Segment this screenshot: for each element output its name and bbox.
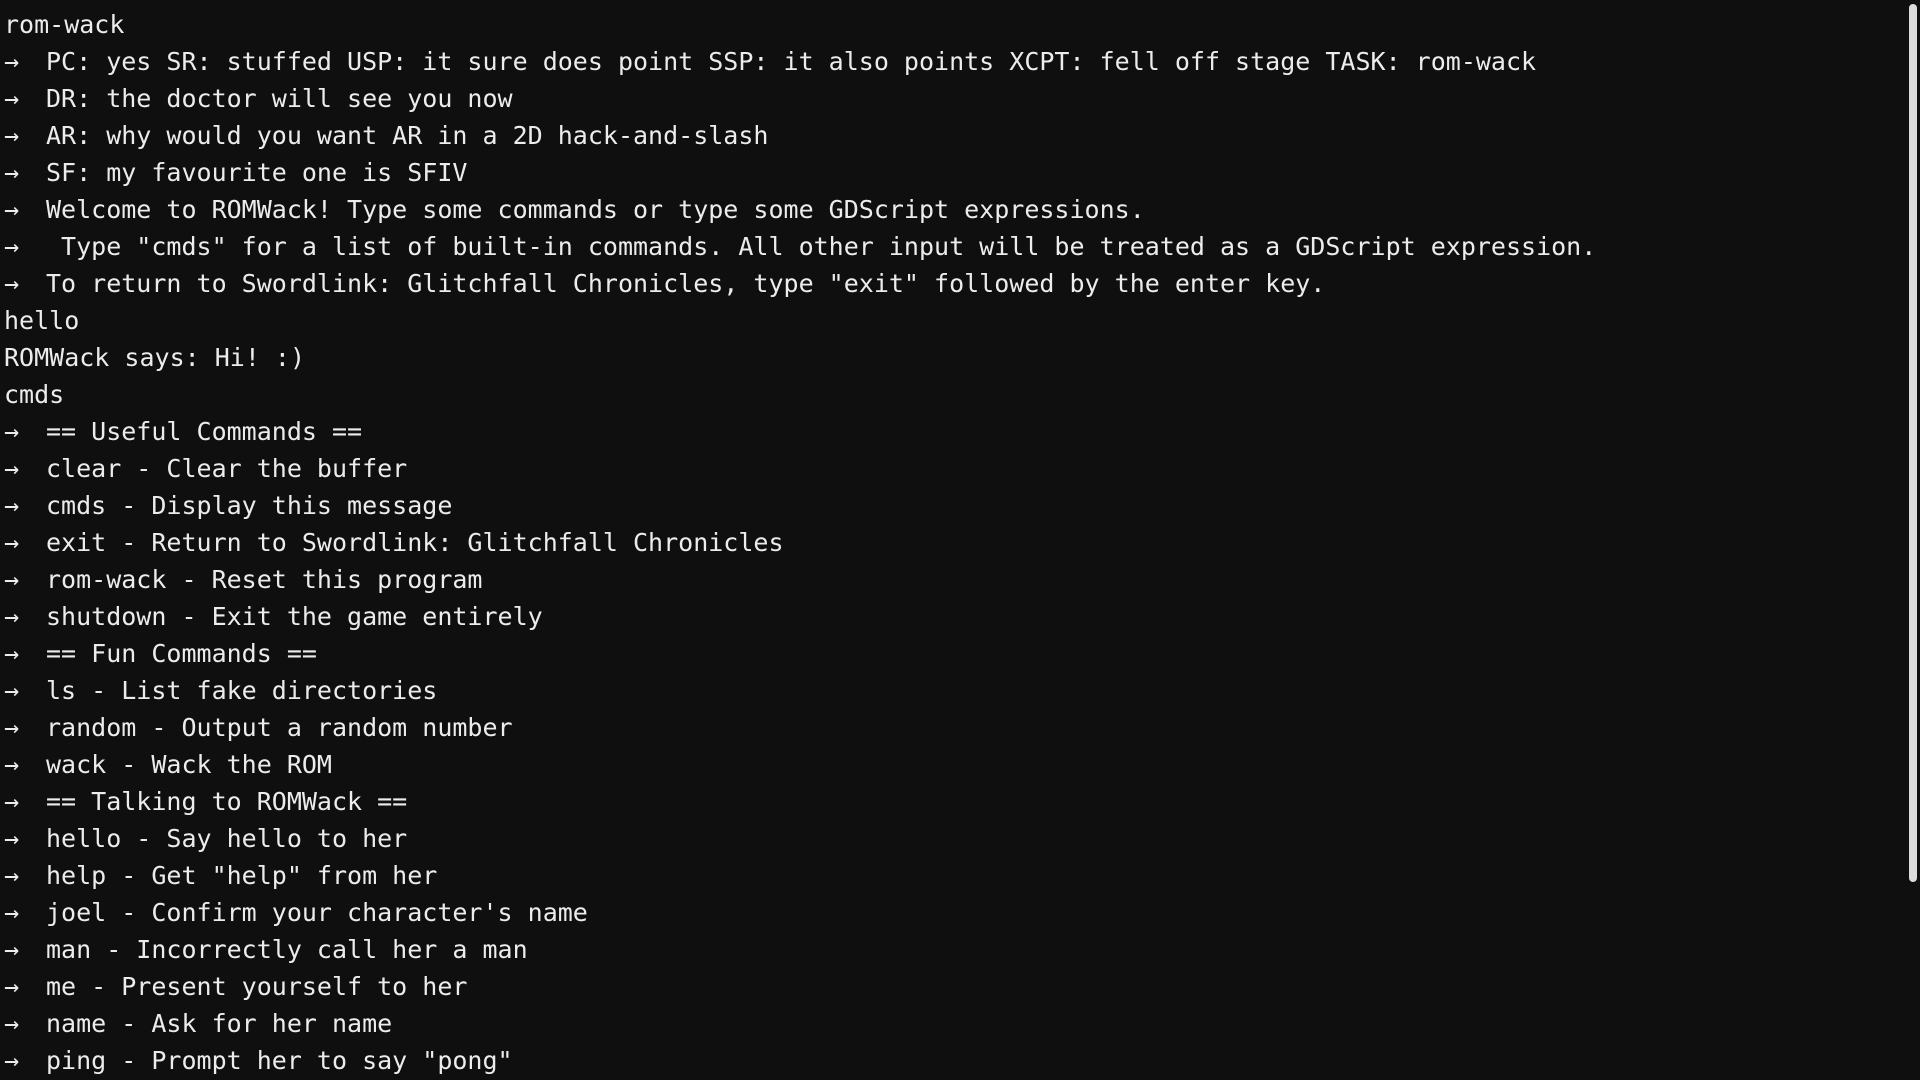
output-line: → joel - Confirm your character's name xyxy=(4,894,1904,931)
output-line: → ls - List fake directories xyxy=(4,672,1904,709)
arrow-icon: → xyxy=(4,47,20,76)
line-text: joel - Confirm your character's name xyxy=(46,898,588,927)
line-text: shutdown - Exit the game entirely xyxy=(46,602,543,631)
line-text: == Useful Commands == xyxy=(46,417,363,446)
line-text: == Talking to ROMWack == xyxy=(46,787,408,816)
line-text: exit - Return to Swordlink: Glitchfall C… xyxy=(46,528,784,557)
arrow-icon: → xyxy=(4,787,20,816)
input-line: rom-wack xyxy=(4,6,1904,43)
line-text: cmds xyxy=(4,380,65,409)
output-line: → PC: yes SR: stuffed USP: it sure does p… xyxy=(4,43,1904,80)
arrow-icon: → xyxy=(4,158,20,187)
line-text: random - Output a random number xyxy=(46,713,513,742)
output-line: → == Fun Commands == xyxy=(4,635,1904,672)
line-text: Welcome to ROMWack! Type some commands o… xyxy=(46,195,1145,224)
line-text: ping - Prompt her to say "pong" xyxy=(46,1046,513,1075)
terminal-output: rom-wack → PC: yes SR: stuffed USP: it sur… xyxy=(4,6,1904,1080)
output-line: → exit - Return to Swordlink: Glitchfall … xyxy=(4,524,1904,561)
line-text: ls - List fake directories xyxy=(46,676,438,705)
arrow-icon: → xyxy=(4,602,20,631)
line-text: DR: the doctor will see you now xyxy=(46,84,513,113)
output-line: → man - Incorrectly call her a man xyxy=(4,931,1904,968)
output-line: → shutdown - Exit the game entirely xyxy=(4,598,1904,635)
output-line: → cmds - Display this message xyxy=(4,487,1904,524)
arrow-icon: → xyxy=(4,491,20,520)
output-line: → DR: the doctor will see you now xyxy=(4,80,1904,117)
arrow-icon: → xyxy=(4,232,20,261)
line-text: SF: my favourite one is SFIV xyxy=(46,158,468,187)
arrow-icon: → xyxy=(4,84,20,113)
output-line: → SF: my favourite one is SFIV xyxy=(4,154,1904,191)
output-line: → clear - Clear the buffer xyxy=(4,450,1904,487)
line-text: rom-wack xyxy=(4,10,125,39)
arrow-icon: → xyxy=(4,676,20,705)
arrow-icon: → xyxy=(4,195,20,224)
arrow-icon: → xyxy=(4,898,20,927)
arrow-icon: → xyxy=(4,750,20,779)
scrollbar[interactable] xyxy=(1906,0,1920,1080)
line-text: hello - Say hello to her xyxy=(46,824,408,853)
line-text: rom-wack - Reset this program xyxy=(46,565,483,594)
arrow-icon: → xyxy=(4,972,20,1001)
output-line: → random - Output a random number xyxy=(4,709,1904,746)
line-text: AR: why would you want AR in a 2D hack-a… xyxy=(46,121,769,150)
line-text: cmds - Display this message xyxy=(46,491,453,520)
line-text: PC: yes SR: stuffed USP: it sure does po… xyxy=(46,47,1537,76)
arrow-icon: → xyxy=(4,121,20,150)
arrow-icon: → xyxy=(4,935,20,964)
output-line: → AR: why would you want AR in a 2D hack-… xyxy=(4,117,1904,154)
arrow-icon: → xyxy=(4,1046,20,1075)
output-line: → Type "cmds" for a list of built-in com… xyxy=(4,228,1904,265)
input-line: ROMWack says: Hi! :) xyxy=(4,339,1904,376)
scrollbar-thumb[interactable] xyxy=(1909,4,1917,882)
output-line: → ping - Prompt her to say "pong" xyxy=(4,1042,1904,1079)
arrow-icon: → xyxy=(4,639,20,668)
terminal-window[interactable]: rom-wack → PC: yes SR: stuffed USP: it sur… xyxy=(0,0,1920,1080)
line-text: name - Ask for her name xyxy=(46,1009,393,1038)
arrow-icon: → xyxy=(4,269,20,298)
output-line: → Welcome to ROMWack! Type some commands … xyxy=(4,191,1904,228)
line-text: ROMWack says: Hi! :) xyxy=(4,343,306,372)
line-text: Type "cmds" for a list of built-in comma… xyxy=(46,232,1597,261)
output-line: → rom-wack - Reset this program xyxy=(4,561,1904,598)
arrow-icon: → xyxy=(4,861,20,890)
line-text: To return to Swordlink: Glitchfall Chron… xyxy=(46,269,1326,298)
arrow-icon: → xyxy=(4,565,20,594)
line-text: man - Incorrectly call her a man xyxy=(46,935,528,964)
line-text: hello xyxy=(4,306,80,335)
output-line: → wack - Wack the ROM xyxy=(4,746,1904,783)
output-line: → help - Get "help" from her xyxy=(4,857,1904,894)
output-line: → == Useful Commands == xyxy=(4,413,1904,450)
arrow-icon: → xyxy=(4,454,20,483)
line-text: me - Present yourself to her xyxy=(46,972,468,1001)
output-line: → hello - Say hello to her xyxy=(4,820,1904,857)
arrow-icon: → xyxy=(4,713,20,742)
input-line: cmds xyxy=(4,376,1904,413)
line-text: wack - Wack the ROM xyxy=(46,750,332,779)
arrow-icon: → xyxy=(4,824,20,853)
output-line: → name - Ask for her name xyxy=(4,1005,1904,1042)
arrow-icon: → xyxy=(4,528,20,557)
output-line: → me - Present yourself to her xyxy=(4,968,1904,1005)
arrow-icon: → xyxy=(4,1009,20,1038)
line-text: clear - Clear the buffer xyxy=(46,454,408,483)
arrow-icon: → xyxy=(4,417,20,446)
output-line: → To return to Swordlink: Glitchfall Chro… xyxy=(4,265,1904,302)
input-line: hello xyxy=(4,302,1904,339)
line-text: help - Get "help" from her xyxy=(46,861,438,890)
line-text: == Fun Commands == xyxy=(46,639,317,668)
output-line: → == Talking to ROMWack == xyxy=(4,783,1904,820)
